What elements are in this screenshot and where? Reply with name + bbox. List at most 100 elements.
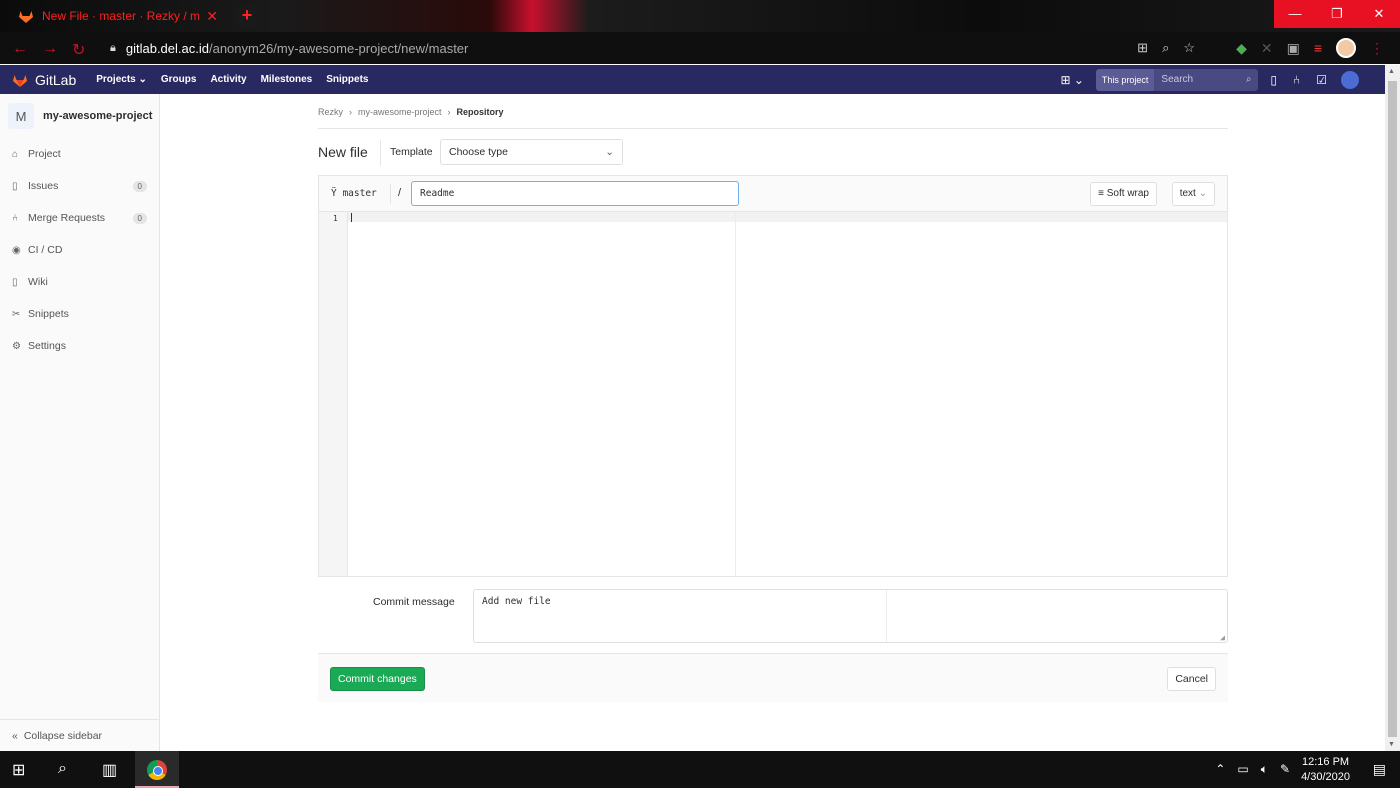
extension-icon[interactable]: ▣: [1287, 40, 1300, 57]
sidebar-item-ci-cd[interactable]: ◉ CI / CD: [0, 234, 159, 266]
star-icon[interactable]: ☆: [1183, 40, 1195, 56]
scroll-down-icon[interactable]: ▼: [1388, 741, 1395, 748]
gitlab-logo[interactable]: GitLab: [11, 72, 76, 88]
code-area[interactable]: [349, 222, 1227, 576]
form-actions: Commit changes Cancel: [318, 653, 1228, 702]
sidebar-project-header[interactable]: M my-awesome-project: [0, 94, 159, 138]
extension-icon[interactable]: ◆: [1236, 40, 1247, 57]
sidebar-item-label: Issues: [28, 180, 59, 192]
breadcrumb-project[interactable]: my-awesome-project: [358, 107, 442, 117]
clock-date: 4/30/2020: [1301, 771, 1350, 783]
sidebar-item-label: CI / CD: [28, 244, 63, 256]
file-name-input[interactable]: Readme: [411, 181, 739, 206]
task-view-icon[interactable]: ▥: [102, 760, 117, 780]
user-avatar[interactable]: [1341, 70, 1359, 89]
chevron-right-icon: ›: [447, 107, 451, 117]
template-select[interactable]: Choose type ⌄: [440, 139, 623, 165]
search-input[interactable]: Search ⌕: [1154, 68, 1259, 91]
editor-mode-select[interactable]: text ⌄: [1171, 182, 1215, 206]
omnibox-actions: ⊞ ⌕ ☆: [1137, 40, 1195, 56]
translate-icon[interactable]: ⊞: [1137, 40, 1148, 56]
browser-tab[interactable]: New File · master · Rezky / my-aw ✕: [8, 0, 228, 32]
text-cursor: [351, 213, 352, 222]
battery-icon[interactable]: ▭: [1237, 762, 1248, 777]
sidebar-item-issues[interactable]: ▯ Issues 0: [0, 170, 159, 202]
sidebar-item-project[interactable]: ⌂ Project: [0, 138, 159, 170]
profile-avatar[interactable]: [1336, 38, 1356, 58]
scissors-icon: ✂: [12, 308, 21, 320]
divider: [318, 128, 1228, 129]
project-sidebar: M my-awesome-project ⌂ Project ▯ Issues 0 ⑃ Me…: [0, 94, 160, 751]
gear-icon: ⚙: [12, 340, 21, 352]
collapse-sidebar-button[interactable]: « Collapse sidebar: [0, 719, 160, 751]
sidebar-item-merge-requests[interactable]: ⑃ Merge Requests 0: [0, 202, 159, 234]
sidebar-item-label: Snippets: [28, 308, 69, 320]
page-scrollbar[interactable]: ▲ ▼: [1385, 65, 1400, 751]
scrollbar-thumb[interactable]: [1388, 81, 1397, 737]
print-margin: [886, 590, 887, 642]
search-icon[interactable]: ⌕: [58, 760, 67, 778]
nav-groups[interactable]: Groups: [161, 74, 197, 85]
nav-snippets[interactable]: Snippets: [326, 74, 368, 85]
url-path: /anonym26/my-awesome-project/new/master: [208, 40, 469, 56]
scroll-up-icon[interactable]: ▲: [1388, 68, 1395, 75]
minimize-button[interactable]: —: [1274, 0, 1316, 28]
gitlab-header: GitLab Projects ⌄ Groups Activity Milest…: [0, 65, 1385, 94]
cancel-button[interactable]: Cancel: [1167, 667, 1216, 691]
forward-icon[interactable]: →: [42, 40, 58, 58]
collapse-sidebar-label: Collapse sidebar: [23, 729, 103, 742]
double-chevron-left-icon: «: [12, 729, 18, 742]
issues-icon[interactable]: ▯: [1270, 73, 1277, 87]
search-box[interactable]: This project Search ⌕: [1095, 68, 1259, 91]
sidebar-item-wiki[interactable]: ▯ Wiki: [0, 266, 159, 298]
sidebar-item-label: Project: [28, 148, 61, 160]
merge-request-icon[interactable]: ⑃: [1293, 73, 1300, 87]
zoom-icon[interactable]: ⌕: [1162, 40, 1169, 56]
pen-icon[interactable]: ✎: [1280, 762, 1290, 777]
chevron-right-icon: ›: [349, 107, 353, 117]
wrap-icon: ≡: [1098, 188, 1107, 199]
back-icon[interactable]: ←: [12, 40, 28, 58]
menu-icon[interactable]: ⋮: [1370, 40, 1384, 57]
commit-message-label: Commit message: [373, 596, 455, 608]
path-separator: /: [398, 187, 402, 199]
sidebar-item-label: Settings: [28, 340, 66, 352]
active-line-highlight: [348, 212, 1227, 222]
notification-icon[interactable]: ▤: [1373, 761, 1386, 778]
commit-message-input[interactable]: Add new file ◢: [473, 589, 1228, 643]
breadcrumb-current[interactable]: Repository: [457, 107, 504, 117]
branch-icon: Ÿ: [331, 188, 343, 199]
gitlab-favicon-icon: [19, 11, 33, 23]
close-window-button[interactable]: ✕: [1358, 0, 1400, 28]
sidebar-item-settings[interactable]: ⚙ Settings: [0, 330, 159, 362]
gitlab-tanuki-icon: [13, 74, 27, 87]
extension-icon[interactable]: ≡: [1314, 40, 1322, 56]
sidebar-item-snippets[interactable]: ✂ Snippets: [0, 298, 159, 330]
commit-changes-button[interactable]: Commit changes: [330, 667, 425, 691]
maximize-button[interactable]: ❐: [1316, 0, 1358, 28]
nav-projects[interactable]: Projects ⌄: [96, 74, 147, 85]
divider: [390, 184, 391, 204]
sidebar-item-label: Merge Requests: [28, 212, 106, 224]
nav-activity[interactable]: Activity: [210, 74, 246, 85]
address-bar[interactable]: 🔒︎ gitlab.del.ac.id /anonym26/my-awesome…: [100, 35, 1200, 61]
breadcrumb-user[interactable]: Rezky: [318, 107, 343, 117]
new-dropdown-button[interactable]: ⊞ ⌄: [1060, 73, 1083, 87]
new-tab-button[interactable]: +: [236, 5, 258, 27]
clock[interactable]: 12:16 PM 4/30/2020: [1301, 755, 1350, 785]
extension-icon[interactable]: ✕: [1261, 40, 1273, 57]
breadcrumb: Rezky › my-awesome-project › Repository: [318, 107, 504, 117]
windows-start-icon[interactable]: ⊞: [12, 760, 25, 780]
system-tray: ⌃ ▭ 🔈︎ ✎: [1215, 762, 1290, 777]
volume-icon[interactable]: 🔈︎: [1261, 762, 1268, 777]
reload-icon[interactable]: ↻: [72, 40, 85, 60]
rocket-icon: ◉: [12, 244, 21, 256]
resize-handle-icon[interactable]: ◢: [1220, 633, 1225, 642]
close-tab-icon[interactable]: ✕: [206, 8, 218, 25]
todo-icon[interactable]: ☑: [1316, 73, 1327, 87]
soft-wrap-button[interactable]: ≡ Soft wrap: [1090, 182, 1157, 206]
template-label: Template: [390, 146, 433, 158]
clock-time: 12:16 PM: [1301, 756, 1350, 768]
nav-milestones[interactable]: Milestones: [261, 74, 313, 85]
chevron-up-icon[interactable]: ⌃: [1215, 762, 1225, 777]
